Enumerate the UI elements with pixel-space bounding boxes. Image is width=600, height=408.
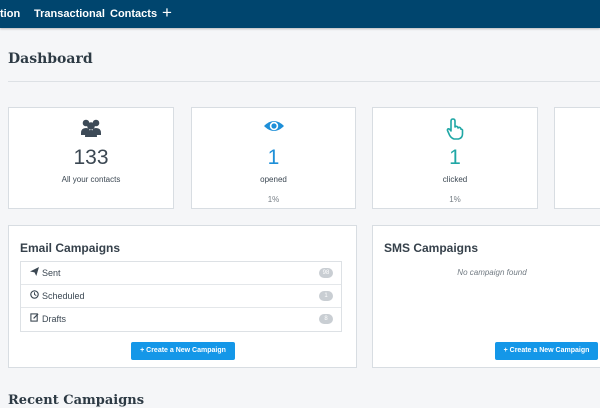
opened-percent: 1%	[267, 195, 280, 204]
contacts-count: 133	[73, 146, 109, 169]
clicked-percent: 1%	[449, 195, 461, 204]
create-email-campaign-button[interactable]: + Create a New Campaign	[131, 342, 235, 360]
contacts-label: All your contacts	[61, 175, 121, 184]
top-navigation-bar: tion Transactional Contacts +	[0, 0, 600, 28]
stat-card-opened[interactable]: 1 opened 1%	[191, 107, 356, 209]
eye-icon	[192, 118, 355, 140]
sent-count-badge: 98	[319, 268, 333, 278]
recent-campaigns-title: Recent Campaigns	[8, 393, 145, 408]
users-icon	[9, 118, 173, 140]
sms-campaigns-panel: SMS Campaigns No campaign found + Create…	[372, 225, 600, 368]
clicked-count: 1	[449, 146, 461, 169]
drafts-count-badge: 8	[319, 314, 333, 324]
campaign-row-drafts[interactable]: Drafts 8	[21, 308, 341, 331]
page-title: Dashboard	[8, 51, 93, 67]
sent-label: Sent	[42, 268, 61, 278]
email-campaign-list: Sent 98 Scheduled 1 Drafts 8	[20, 261, 342, 332]
sms-empty-state: No campaign found	[457, 268, 527, 277]
create-sms-campaign-button[interactable]: + Create a New Campaign	[495, 342, 598, 360]
campaign-row-scheduled[interactable]: Scheduled 1	[21, 285, 341, 308]
drafts-label: Drafts	[42, 314, 67, 324]
clock-icon	[30, 285, 40, 308]
stat-card-contacts[interactable]: 133 All your contacts	[8, 107, 174, 209]
nav-item-contacts[interactable]: Contacts	[110, 7, 157, 21]
stat-card-clicked[interactable]: 1 clicked 1%	[372, 107, 538, 209]
add-nav-item-button[interactable]: +	[162, 3, 172, 23]
sms-campaigns-title: SMS Campaigns	[384, 241, 479, 255]
opened-count: 1	[267, 146, 280, 169]
divider	[8, 81, 600, 82]
clicked-label: clicked	[442, 175, 468, 184]
nav-item-transactional[interactable]: Transactional	[34, 7, 105, 21]
scheduled-label: Scheduled	[42, 291, 85, 301]
stat-card-partial[interactable]	[554, 107, 600, 209]
draft-icon	[30, 308, 40, 331]
pointer-hand-icon	[373, 118, 537, 140]
opened-label: opened	[260, 175, 287, 184]
scheduled-count-badge: 1	[319, 291, 333, 301]
send-icon	[30, 262, 40, 285]
campaign-row-sent[interactable]: Sent 98	[21, 262, 341, 285]
nav-item-automation[interactable]: tion	[0, 7, 20, 21]
email-campaigns-title: Email Campaigns	[20, 241, 121, 255]
email-campaigns-panel: Email Campaigns Sent 98 Scheduled 1 Draf…	[8, 225, 357, 368]
